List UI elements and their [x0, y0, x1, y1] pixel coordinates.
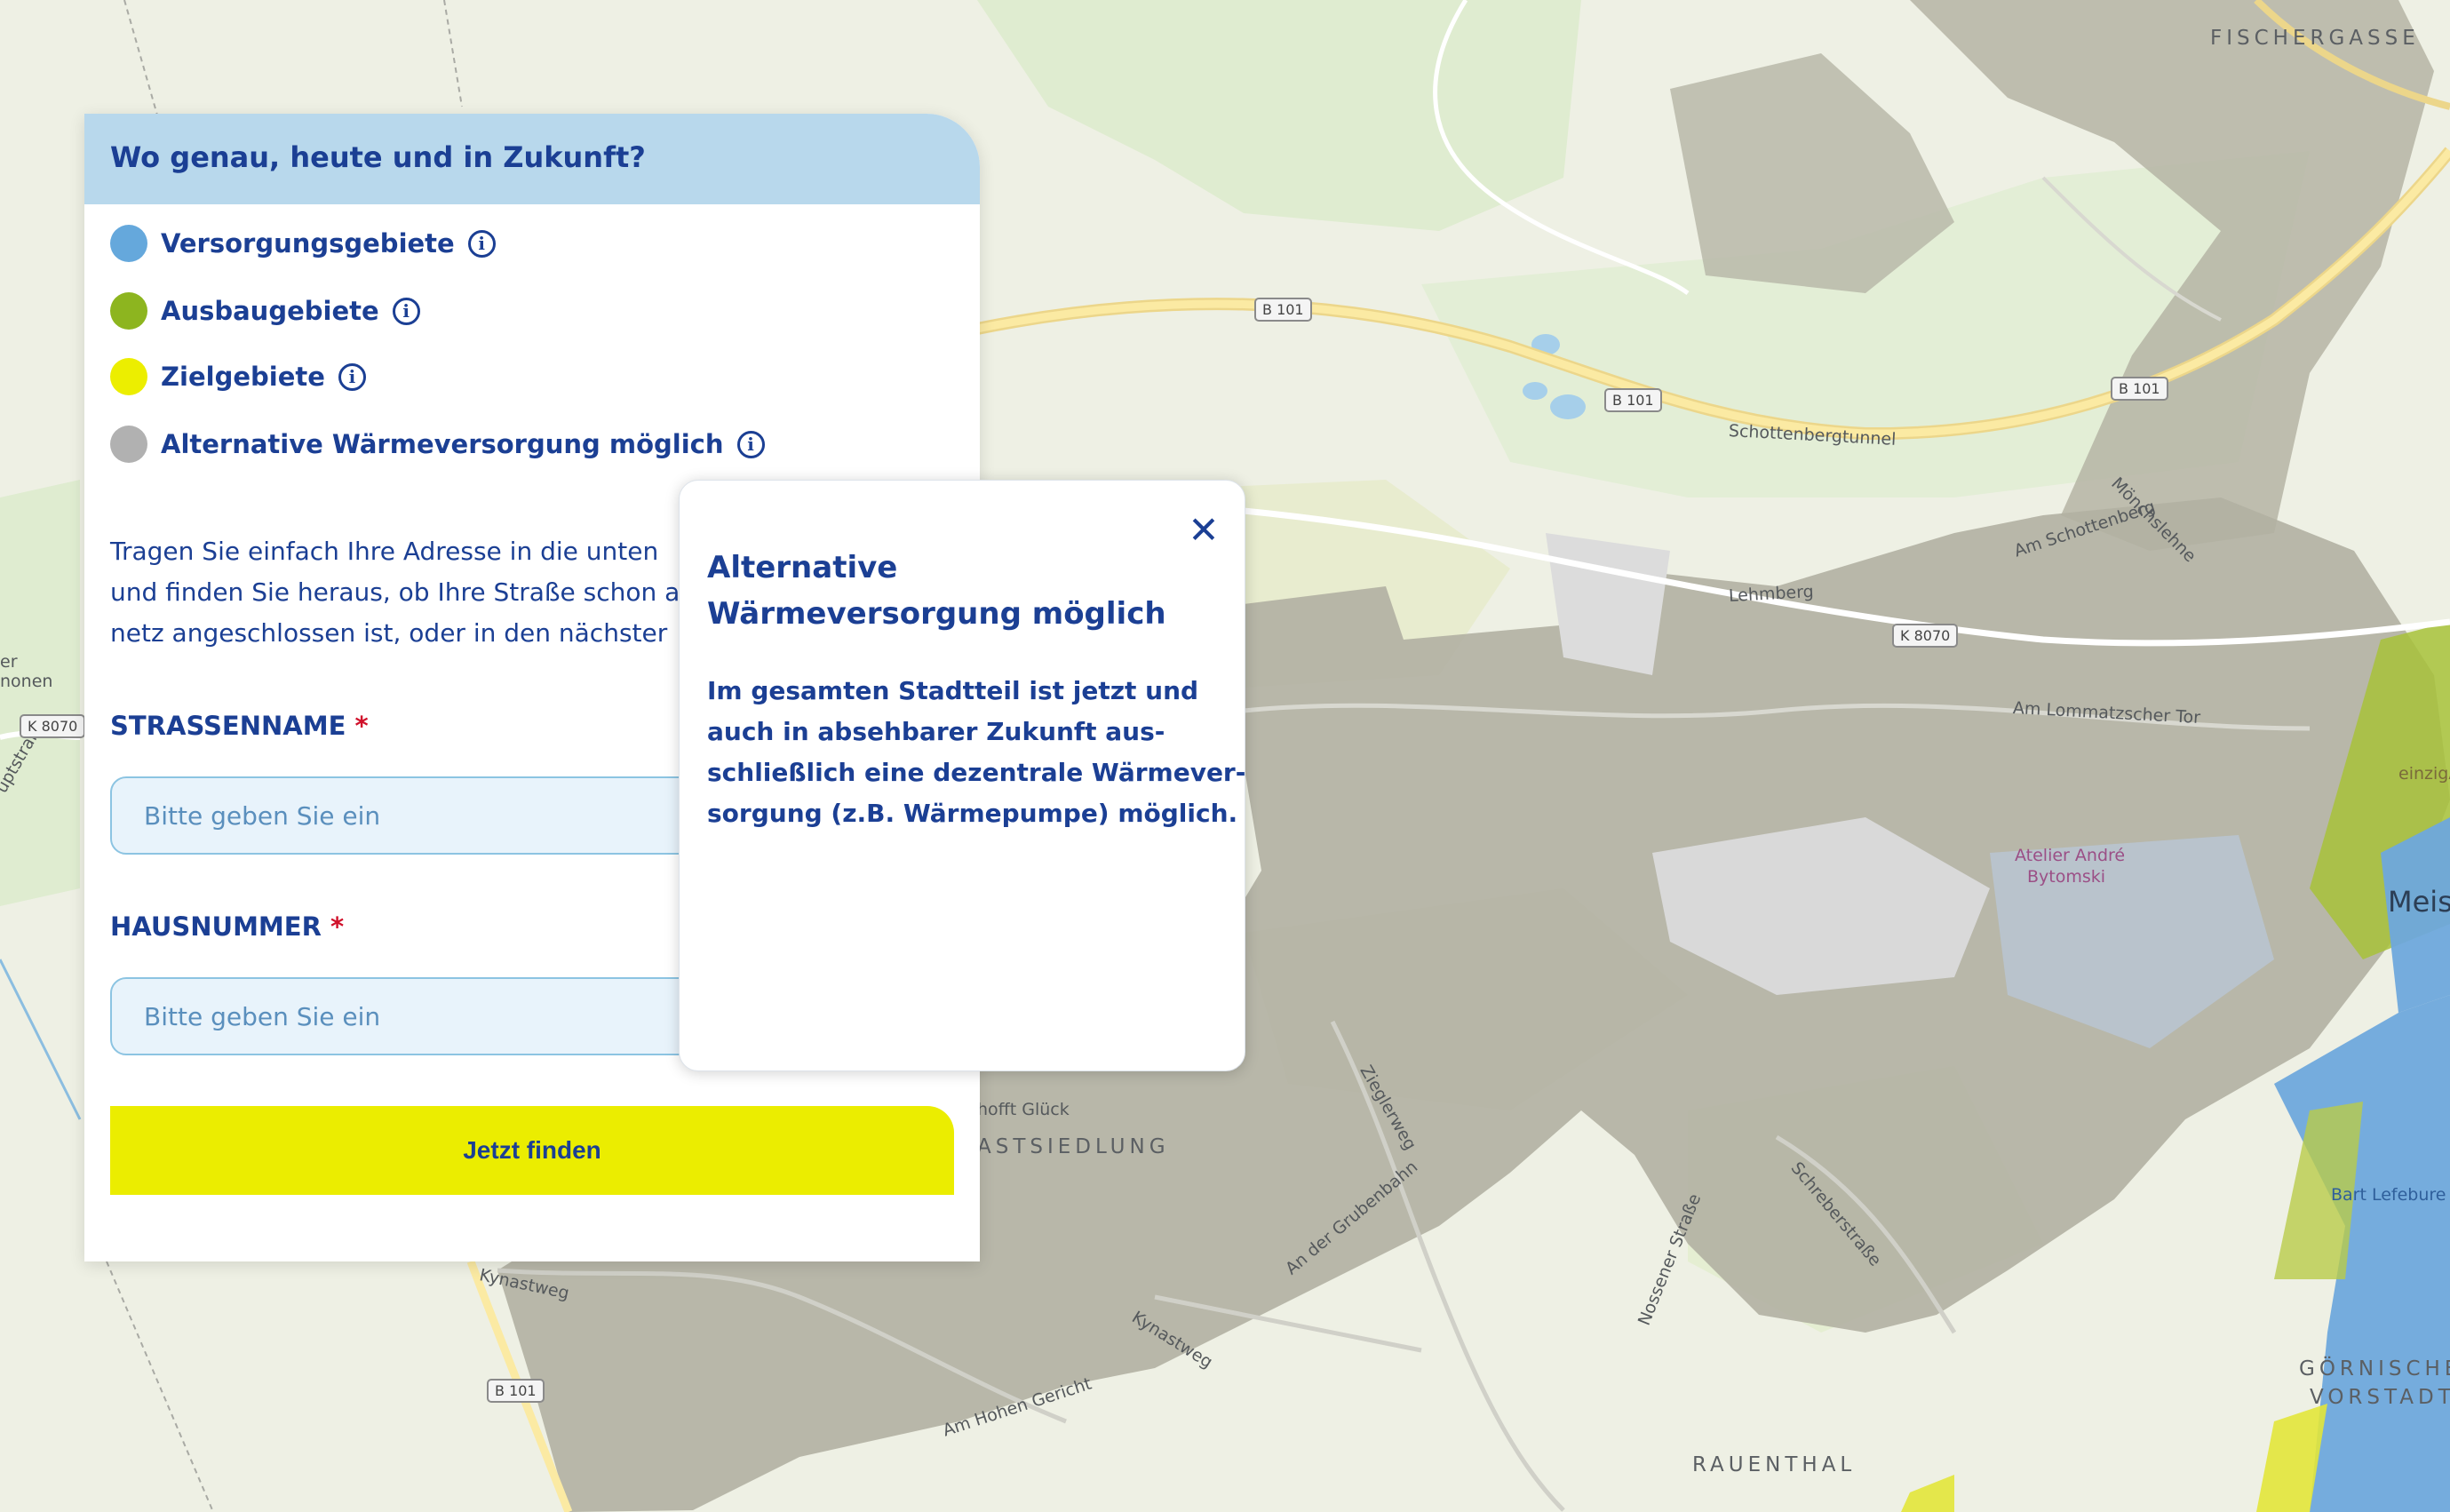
legend-item-ausbaugebiete: Ausbaugebiete i [110, 291, 420, 330]
house-label-text: HAUSNUMMER [110, 911, 322, 942]
place-label: FISCHERGASSE [2210, 27, 2420, 50]
pond [1550, 394, 1586, 419]
poi-label[interactable]: Bart Lefebure [2331, 1185, 2446, 1205]
close-icon[interactable]: ✕ [1186, 512, 1221, 549]
house-field-label: HAUSNUMMER * [110, 911, 344, 942]
legend-label: Ausbaugebiete [161, 296, 379, 326]
legend-dot [110, 358, 147, 395]
legend-dot [110, 225, 147, 262]
panel-title: Wo genau, heute und in Zukunft? [110, 140, 646, 174]
place-label: VORSTADT [2310, 1386, 2450, 1409]
panel-header: Wo genau, heute und in Zukunft? [84, 114, 980, 204]
legend-dot [110, 426, 147, 463]
street-label: hofft Glück [977, 1100, 1070, 1119]
popup-text-line: sorgung (z.B. Wärmepumpe) möglich. [707, 799, 1238, 828]
poi-label[interactable]: Atelier André [2015, 846, 2125, 865]
popup-text-line: Im gesamten Stadtteil ist jetzt und [707, 676, 1199, 705]
place-label: RAUENTHAL [1692, 1453, 1857, 1476]
road-shield: B 101 [2111, 377, 2168, 401]
street-field-label: STRASSENNAME * [110, 711, 369, 741]
legend-item-zielgebiete: Zielgebiete i [110, 357, 366, 396]
street-label: nonen [0, 672, 53, 691]
info-icon[interactable]: i [736, 430, 765, 458]
info-icon[interactable]: i [338, 362, 366, 391]
poi-label[interactable]: Bytomski [2027, 867, 2105, 887]
legend-dot [110, 292, 147, 330]
legend-label: Zielgebiete [161, 362, 325, 392]
info-popup: ✕ Alternative Wärmeversorgung möglich Im… [679, 480, 1245, 1071]
road-shield: K 8070 [1892, 624, 1959, 648]
poi-label[interactable]: einzigA [2398, 764, 2450, 784]
legend-label: Versorgungsgebiete [161, 228, 455, 259]
required-mark: * [330, 911, 345, 942]
place-label: GÖRNISCHE [2299, 1357, 2450, 1381]
legend-item-versorgungsgebiete: Versorgungsgebiete i [110, 224, 496, 263]
required-mark: * [354, 711, 369, 741]
popup-title: Alternative Wärmeversorgung möglich [707, 550, 1166, 632]
popup-body: Im gesamten Stadtteil ist jetzt und auch… [707, 671, 1246, 834]
street-label: er [0, 652, 18, 672]
legend-label: Alternative Wärmeversorgung möglich [161, 429, 724, 459]
pond [1523, 382, 1547, 400]
building-area [1546, 533, 1670, 675]
road-shield: B 101 [487, 1379, 545, 1403]
place-label: ASTSIEDLUNG [977, 1135, 1170, 1158]
find-button[interactable]: Jetzt finden [110, 1106, 954, 1195]
legend-item-alternative: Alternative Wärmeversorgung möglich i [110, 425, 765, 464]
road-shield: B 101 [1604, 388, 1662, 412]
road-shield: K 8070 [20, 714, 86, 738]
place-label: Meis [2388, 885, 2450, 919]
popup-text-line: schließlich eine dezentrale Wärmever- [707, 758, 1246, 787]
info-icon[interactable]: i [392, 297, 420, 325]
street-label-text: STRASSENNAME [110, 711, 346, 741]
road-shield: B 101 [1254, 298, 1312, 322]
green-area [0, 480, 80, 906]
popup-text-line: auch in absehbarer Zukunft aus- [707, 717, 1165, 746]
info-icon[interactable]: i [467, 229, 496, 258]
